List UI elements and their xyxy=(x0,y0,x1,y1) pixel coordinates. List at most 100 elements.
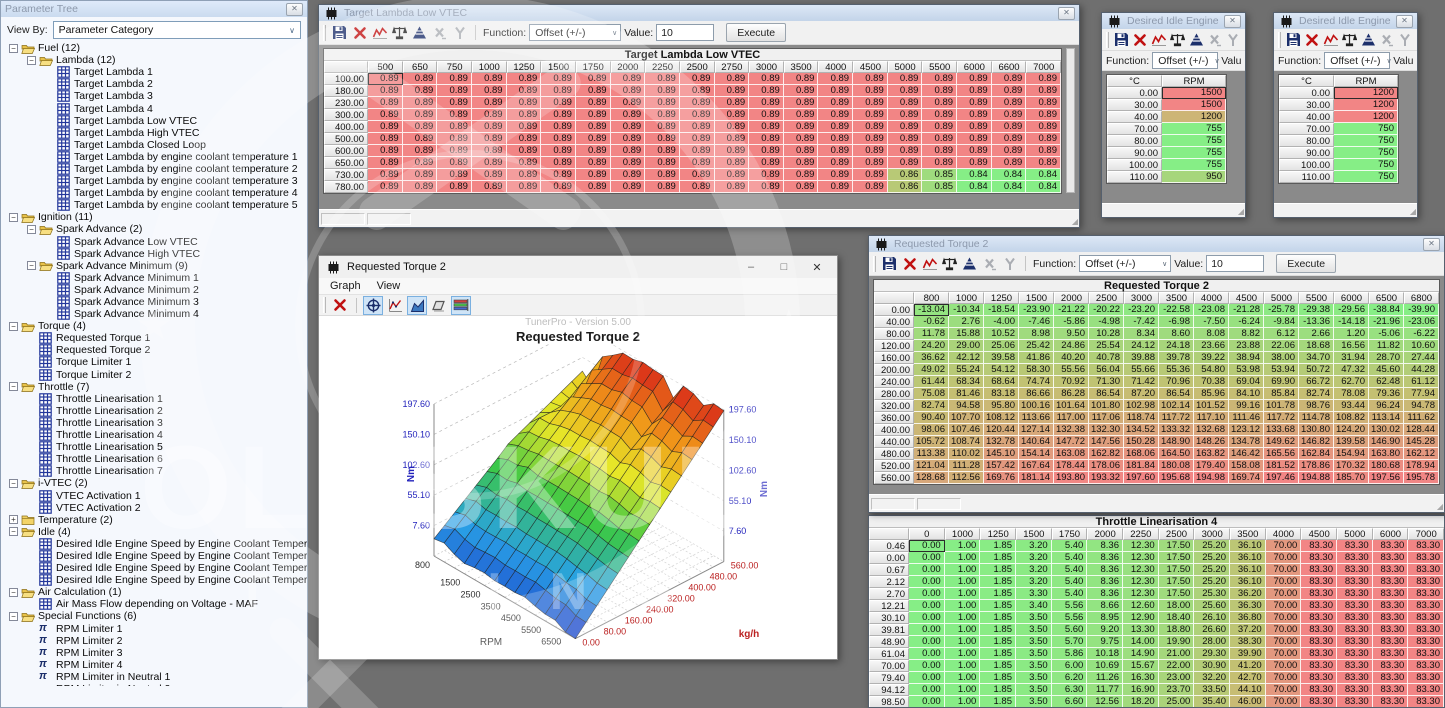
table-cell[interactable]: 25.20 xyxy=(1194,552,1230,564)
table-cell[interactable]: 24.86 xyxy=(1054,340,1089,352)
table-cell[interactable]: 45.60 xyxy=(1369,364,1404,376)
table-cell[interactable]: 17.50 xyxy=(1159,540,1195,552)
table-cell[interactable]: -7.50 xyxy=(1194,316,1229,328)
table-cell[interactable]: -29.56 xyxy=(1334,304,1369,316)
table-cell[interactable]: 58.30 xyxy=(1019,364,1054,376)
table-cell[interactable]: 3.30 xyxy=(1016,588,1052,600)
table-cell[interactable]: 53.94 xyxy=(1264,364,1299,376)
table-cell[interactable]: 83.30 xyxy=(1373,636,1409,648)
table-cell[interactable]: 0.89 xyxy=(645,97,680,109)
table-cell[interactable]: 0.84 xyxy=(1026,169,1061,181)
tree-item[interactable]: +Temperature (2) xyxy=(1,514,307,526)
graph-titlebar[interactable]: Requested Torque 2 – □ ✕ xyxy=(319,256,837,278)
table-cell[interactable]: 0.89 xyxy=(403,97,438,109)
table-cell[interactable]: 83.30 xyxy=(1373,540,1409,552)
table-cell[interactable]: 17.50 xyxy=(1159,576,1195,588)
table-cell[interactable]: 0.00 xyxy=(909,540,945,552)
table-cell[interactable]: 46.00 xyxy=(1230,696,1266,707)
table-cell[interactable]: 0.89 xyxy=(645,169,680,181)
idle2-titlebar[interactable]: Desired Idle Engine S... ✕ xyxy=(1274,13,1417,29)
table-cell[interactable]: 3.20 xyxy=(1016,552,1052,564)
table-cell[interactable]: 0.00 xyxy=(909,552,945,564)
tree-item[interactable]: VTEC Activation 2 xyxy=(1,502,307,514)
table-cell[interactable]: 0.89 xyxy=(992,157,1027,169)
table-cell[interactable]: 163.08 xyxy=(1054,448,1089,460)
tree-item[interactable]: Requested Torque 1 xyxy=(1,332,307,344)
table-cell[interactable]: 0.89 xyxy=(437,97,472,109)
table-cell[interactable]: 0.89 xyxy=(1026,109,1061,121)
table-cell[interactable]: -22.58 xyxy=(1159,304,1194,316)
table-cell[interactable]: 1.00 xyxy=(945,636,981,648)
table-cell[interactable]: 0.84 xyxy=(957,181,992,193)
table-cell[interactable]: 0.89 xyxy=(611,97,646,109)
table-cell[interactable]: 0.89 xyxy=(403,133,438,145)
tree-item[interactable]: Desired Idle Engine Speed by Engine Cool… xyxy=(1,562,307,574)
table-cell[interactable]: 0.89 xyxy=(576,121,611,133)
table-cell[interactable]: 0.89 xyxy=(749,85,784,97)
function-dropdown[interactable]: Offset (+/-) ∨ xyxy=(1324,52,1390,69)
table-cell[interactable]: 12.90 xyxy=(1123,612,1159,624)
table-cell[interactable]: 0.89 xyxy=(611,145,646,157)
table-cell[interactable]: 139.58 xyxy=(1334,436,1369,448)
table-cell[interactable]: 15.67 xyxy=(1123,660,1159,672)
table-cell[interactable]: 84.10 xyxy=(1229,388,1264,400)
table-cell[interactable]: 11.78 xyxy=(914,328,949,340)
toolbar-grip[interactable] xyxy=(1278,32,1281,48)
table-cell[interactable]: 178.06 xyxy=(1089,460,1124,472)
table-cell[interactable]: 36.80 xyxy=(1230,612,1266,624)
table-cell[interactable]: 0.89 xyxy=(472,133,507,145)
table-cell[interactable]: 0.89 xyxy=(437,121,472,133)
table-cell[interactable]: 23.00 xyxy=(1159,672,1195,684)
scales-icon[interactable] xyxy=(391,24,408,41)
table-cell[interactable]: 61.12 xyxy=(1404,376,1439,388)
table-cell[interactable]: 70.00 xyxy=(1266,552,1302,564)
table-cell[interactable]: 0.89 xyxy=(645,145,680,157)
table-cell[interactable]: 47.32 xyxy=(1334,364,1369,376)
table-cell[interactable]: 9.50 xyxy=(1054,328,1089,340)
tree-item[interactable]: Target Lambda Low VTEC xyxy=(1,115,307,127)
table-cell[interactable]: 56.04 xyxy=(1089,364,1124,376)
table-cell[interactable]: -38.84 xyxy=(1369,304,1404,316)
table-cell[interactable]: 0.89 xyxy=(541,169,576,181)
table-cell[interactable]: 0.89 xyxy=(368,73,403,85)
table-cell[interactable]: 0.89 xyxy=(818,133,853,145)
table-cell[interactable]: 0.89 xyxy=(853,145,888,157)
table-cell[interactable]: 117.10 xyxy=(1194,412,1229,424)
table-cell[interactable]: 178.94 xyxy=(1404,460,1439,472)
table-cell[interactable]: 117.06 xyxy=(1089,412,1124,424)
table-cell[interactable]: 0.89 xyxy=(1026,133,1061,145)
table-cell[interactable]: 83.30 xyxy=(1408,636,1444,648)
table-cell[interactable]: 23.88 xyxy=(1229,340,1264,352)
tree-item[interactable]: Throttle Linearisation 3 xyxy=(1,417,307,429)
table-cell[interactable]: 25.00 xyxy=(1159,696,1195,707)
table-cell[interactable]: 22.06 xyxy=(1264,340,1299,352)
table-cell[interactable]: 28.00 xyxy=(1194,636,1230,648)
table-cell[interactable]: 0.89 xyxy=(507,133,542,145)
table-cell[interactable]: 178.44 xyxy=(1054,460,1089,472)
menu-view[interactable]: View xyxy=(370,280,408,292)
table-cell[interactable]: 0.89 xyxy=(784,157,819,169)
table-cell[interactable]: -21.28 xyxy=(1229,304,1264,316)
table-cell[interactable]: 0.89 xyxy=(784,133,819,145)
table-cell[interactable]: 83.30 xyxy=(1373,660,1409,672)
table-cell[interactable]: 39.58 xyxy=(984,352,1019,364)
table-cell[interactable]: 0.89 xyxy=(437,157,472,169)
table-cell[interactable]: 0.89 xyxy=(818,157,853,169)
table-cell[interactable]: 0.89 xyxy=(957,73,992,85)
table-cell[interactable]: 0.89 xyxy=(922,133,957,145)
table-cell[interactable]: -23.20 xyxy=(1124,304,1159,316)
table-cell[interactable]: 83.30 xyxy=(1301,636,1337,648)
table-cell[interactable]: 0.89 xyxy=(576,133,611,145)
table-cell[interactable]: 19.90 xyxy=(1159,636,1195,648)
table-cell[interactable]: 0.89 xyxy=(645,133,680,145)
table-cell[interactable]: 62.70 xyxy=(1334,376,1369,388)
table-cell[interactable]: 0.89 xyxy=(541,85,576,97)
table-cell[interactable]: 41.20 xyxy=(1230,660,1266,672)
table-cell[interactable]: 112.56 xyxy=(949,472,984,484)
table-cell[interactable]: 12.30 xyxy=(1123,552,1159,564)
table-cell[interactable]: 0.89 xyxy=(992,121,1027,133)
table-cell[interactable]: 0.89 xyxy=(507,121,542,133)
table-cell[interactable]: 1200 xyxy=(1334,99,1398,111)
table-cell[interactable]: 0.89 xyxy=(576,157,611,169)
tree-item[interactable]: Throttle Linearisation 1 xyxy=(1,393,307,405)
